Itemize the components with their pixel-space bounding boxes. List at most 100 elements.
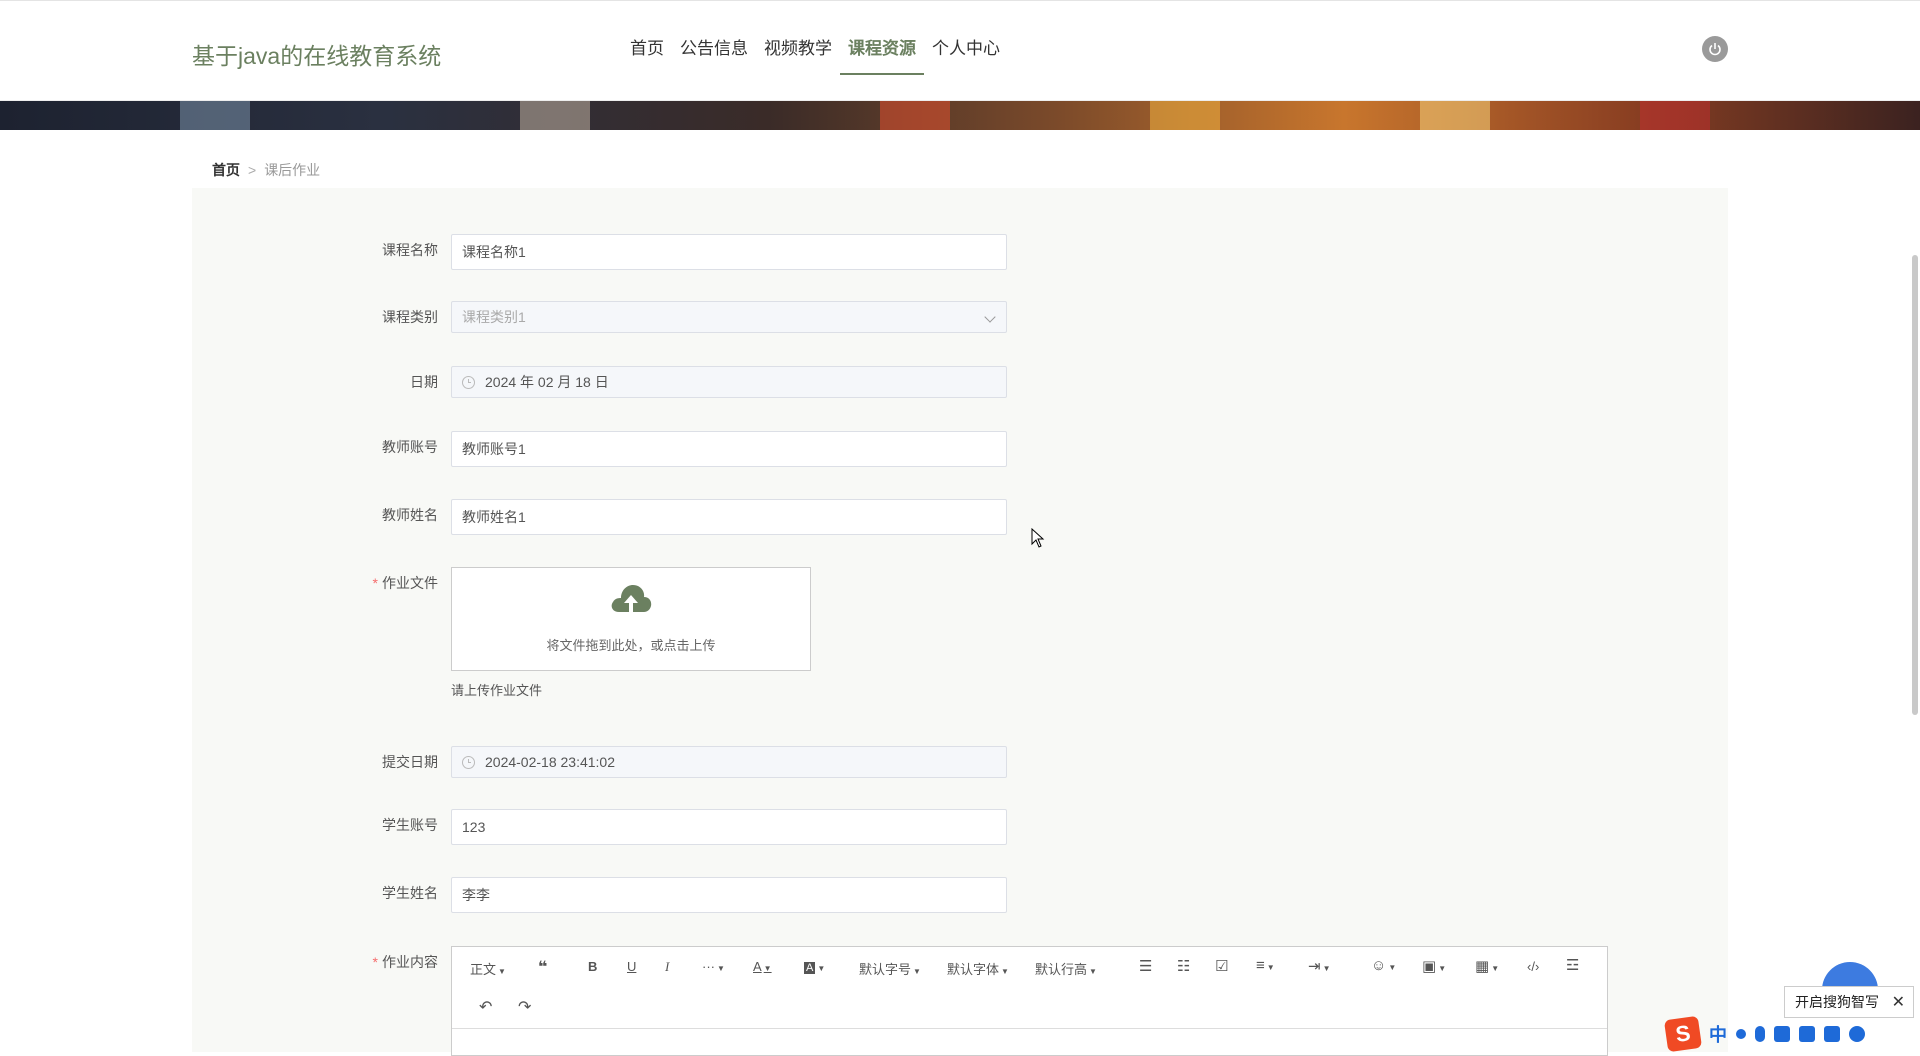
divider-icon[interactable]: ☲ (1566, 956, 1579, 974)
image-dropdown-icon[interactable]: ▣ ▼ (1422, 957, 1446, 975)
table-dropdown-icon[interactable]: ▦ ▼ (1475, 957, 1499, 975)
teacher-name-input[interactable]: 教师姓名1 (451, 499, 1007, 535)
file-upload-dropzone[interactable]: 将文件拖到此处，或点击上传 (451, 567, 811, 671)
code-icon[interactable]: ‹/› (1527, 959, 1539, 974)
font-color-dropdown[interactable]: A ▼ (753, 959, 772, 974)
line-height-label: 默认行高 (1035, 962, 1088, 977)
numbered-list-icon[interactable]: ☷ (1177, 957, 1190, 975)
student-account-label: 学生账号 (382, 817, 438, 833)
submit-date-label: 提交日期 (382, 754, 438, 770)
sogou-smart-write-tip[interactable]: 开启搜狗智写 ✕ (1784, 986, 1914, 1018)
caret-icon: ▼ (913, 967, 921, 976)
bold-icon[interactable]: B (588, 959, 597, 974)
paragraph-format-label: 正文 (470, 962, 497, 977)
nav-announcements[interactable]: 公告信息 (672, 37, 756, 75)
font-family-label: 默认字体 (947, 962, 1000, 977)
teacher-account-label: 教师账号 (382, 439, 438, 455)
clock-icon (462, 375, 475, 389)
redo-icon[interactable]: ↷ (518, 997, 531, 1017)
power-icon[interactable] (1702, 36, 1728, 62)
bg-color-dropdown[interactable]: A ▼ (804, 959, 825, 974)
sogou-logo-icon[interactable]: S (1663, 1015, 1703, 1053)
ime-language-toggle[interactable]: 中 (1709, 1021, 1727, 1047)
caret-icon: ▼ (498, 967, 506, 976)
breadcrumb-home[interactable]: 首页 (212, 162, 240, 178)
close-icon[interactable]: ✕ (1892, 992, 1905, 1012)
paragraph-format-dropdown[interactable]: 正文 ▼ (470, 959, 506, 978)
course-name-input[interactable]: 课程名称1 (451, 234, 1007, 270)
caret-icon: ▼ (763, 964, 772, 973)
punctuation-icon[interactable] (1736, 1029, 1746, 1039)
main-nav: 首页 公告信息 视频教学 课程资源 个人中心 (622, 37, 1008, 75)
rich-text-editor[interactable]: 正文 ▼ ❝ B U I ··· ▼ A ▼ A ▼ 默认字号 ▼ 默认字体 ▼ 默认行高 ▼… (451, 946, 1608, 1056)
sogou-tip-text: 开启搜狗智写 (1795, 994, 1879, 1010)
align-dropdown-icon[interactable]: ≡ ▼ (1256, 957, 1275, 974)
submit-date-value: 2024-02-18 23:41:02 (485, 754, 615, 770)
date-value: 2024 年 02 月 18 日 (485, 374, 609, 390)
site-title: 基于java的在线教育系统 (192, 43, 442, 69)
banner-image (0, 101, 1920, 130)
homework-content-label-text: 作业内容 (382, 954, 438, 970)
cloud-upload-icon (609, 582, 653, 621)
font-color-label: A (753, 959, 762, 974)
page-scrollbar[interactable] (1912, 255, 1918, 715)
emoji-dropdown-icon[interactable]: ☺ ▼ (1371, 957, 1396, 974)
chevron-down-icon (984, 311, 996, 323)
course-name-value: 课程名称1 (462, 244, 526, 260)
course-name-label: 课程名称 (382, 242, 438, 258)
mouse-pointer-icon (1031, 527, 1045, 553)
caret-icon: ▼ (1089, 967, 1097, 976)
student-name-input[interactable]: 李李 (451, 877, 1007, 913)
caret-icon: ▼ (717, 964, 725, 973)
teacher-account-value: 教师账号1 (462, 441, 526, 457)
todo-list-icon[interactable]: ☑ (1215, 957, 1228, 975)
more-styles-label: ··· (702, 959, 715, 974)
bullet-list-icon[interactable]: ☰ (1139, 957, 1152, 975)
top-header: 基于java的在线教育系统 首页 公告信息 视频教学 课程资源 个人中心 (0, 0, 1920, 101)
more-styles-dropdown[interactable]: ··· ▼ (702, 959, 725, 974)
breadcrumb-separator: > (248, 162, 257, 178)
bg-color-label: A (804, 962, 816, 974)
required-mark: * (372, 575, 378, 591)
course-type-select[interactable]: 课程类别1 (451, 301, 1007, 333)
keyboard-icon[interactable] (1774, 1026, 1790, 1042)
breadcrumb: 首页 > 课后作业 (212, 160, 320, 180)
microphone-icon[interactable] (1755, 1026, 1765, 1042)
date-label: 日期 (410, 374, 438, 390)
course-type-label: 课程类别 (382, 309, 438, 325)
teacher-name-label: 教师姓名 (382, 507, 438, 523)
nav-home[interactable]: 首页 (622, 37, 672, 75)
clock-icon (462, 755, 475, 769)
nav-course-resources[interactable]: 课程资源 (840, 37, 924, 75)
nav-video-teaching[interactable]: 视频教学 (756, 37, 840, 75)
italic-icon[interactable]: I (665, 959, 669, 975)
teacher-account-input[interactable]: 教师账号1 (451, 431, 1007, 467)
line-height-dropdown[interactable]: 默认行高 ▼ (1035, 959, 1097, 978)
underline-icon[interactable]: U (627, 959, 636, 974)
student-account-input[interactable]: 123 (451, 809, 1007, 845)
breadcrumb-current: 课后作业 (264, 162, 321, 178)
font-size-label: 默认字号 (859, 962, 912, 977)
skin-icon[interactable] (1799, 1026, 1815, 1042)
student-account-value: 123 (462, 819, 486, 835)
student-name-value: 李李 (462, 887, 490, 903)
caret-icon: ▼ (817, 964, 826, 973)
undo-icon[interactable]: ↶ (479, 997, 492, 1017)
font-family-dropdown[interactable]: 默认字体 ▼ (947, 959, 1009, 978)
settings-icon[interactable] (1849, 1026, 1865, 1042)
quote-icon[interactable]: ❝ (538, 957, 547, 977)
required-mark: * (372, 954, 378, 970)
homework-content-label: * 作业内容 (192, 952, 438, 972)
date-picker[interactable]: 2024 年 02 月 18 日 (451, 366, 1007, 398)
indent-dropdown-icon[interactable]: ⇥ ▼ (1308, 957, 1331, 975)
student-name-label: 学生姓名 (382, 885, 438, 901)
homework-file-label: * 作业文件 (192, 573, 438, 593)
editor-toolbar: 正文 ▼ ❝ B U I ··· ▼ A ▼ A ▼ 默认字号 ▼ 默认字体 ▼ 默认行高 ▼… (452, 947, 1607, 1029)
font-size-dropdown[interactable]: 默认字号 ▼ (859, 959, 921, 978)
nav-personal-center[interactable]: 个人中心 (924, 37, 1008, 75)
toolbox-icon[interactable] (1824, 1026, 1840, 1042)
submit-date-picker[interactable]: 2024-02-18 23:41:02 (451, 746, 1007, 778)
homework-file-label-text: 作业文件 (382, 575, 438, 591)
ime-toolbar: S 中 (1663, 1015, 1920, 1053)
upload-tip: 请上传作业文件 (451, 683, 543, 698)
